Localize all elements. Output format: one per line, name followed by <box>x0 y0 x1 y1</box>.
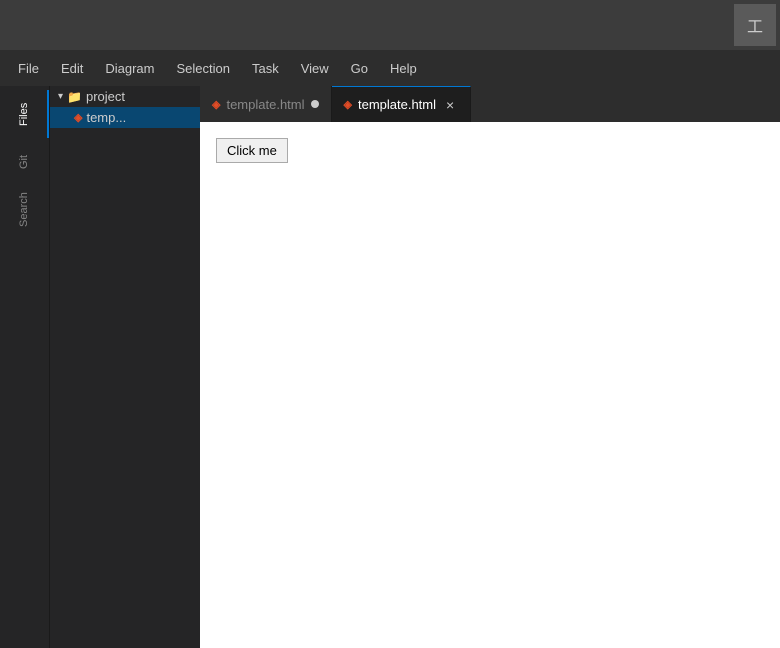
sidebar: ▾ 📁 project ◈ temp... <box>50 86 200 648</box>
activity-bar: Files Git Search <box>0 86 50 648</box>
tool-button[interactable]: 工 <box>734 4 776 46</box>
menu-selection[interactable]: Selection <box>166 57 239 80</box>
menu-go[interactable]: Go <box>341 57 378 80</box>
editor-section: ◈ template.html ◈ template.html × Click … <box>200 86 780 648</box>
activity-bar-files[interactable]: Files <box>1 90 49 138</box>
menu-file[interactable]: File <box>8 57 49 80</box>
folder-icon: 📁 <box>67 90 82 104</box>
tab-html-icon-2: ◈ <box>344 98 352 111</box>
html-file-icon: ◈ <box>74 111 82 124</box>
sidebar-folder-label: project <box>86 89 125 104</box>
tab-unsaved-dot-1 <box>311 100 319 108</box>
chevron-down-icon: ▾ <box>58 91 63 102</box>
menu-bar: File Edit Diagram Selection Task View Go… <box>0 50 780 86</box>
tab-template-html-1[interactable]: ◈ template.html <box>200 86 332 122</box>
sidebar-file-label: temp... <box>86 110 126 125</box>
content-area: Files Git Search ▾ 📁 project ◈ temp... ◈ <box>0 86 780 648</box>
menu-view[interactable]: View <box>291 57 339 80</box>
menu-edit[interactable]: Edit <box>51 57 93 80</box>
click-me-button[interactable]: Click me <box>216 138 288 163</box>
menu-task[interactable]: Task <box>242 57 289 80</box>
tab-label-1: template.html <box>226 97 304 112</box>
sidebar-folder[interactable]: ▾ 📁 project <box>50 86 200 107</box>
tabs-bar: ◈ template.html ◈ template.html × <box>200 86 780 122</box>
menu-help[interactable]: Help <box>380 57 427 80</box>
activity-bar-search[interactable]: Search <box>1 186 49 234</box>
editor-container: File Edit Diagram Selection Task View Go… <box>0 50 780 648</box>
tab-html-icon-1: ◈ <box>212 98 220 111</box>
sidebar-file[interactable]: ◈ temp... <box>50 107 200 128</box>
tab-close-button-2[interactable]: × <box>442 97 458 113</box>
tab-template-html-2[interactable]: ◈ template.html × <box>332 86 472 122</box>
editor-preview: Click me <box>200 122 780 648</box>
tab-label-2: template.html <box>358 97 436 112</box>
top-bar: 工 <box>0 0 780 50</box>
menu-diagram[interactable]: Diagram <box>95 57 164 80</box>
activity-bar-git[interactable]: Git <box>1 138 49 186</box>
